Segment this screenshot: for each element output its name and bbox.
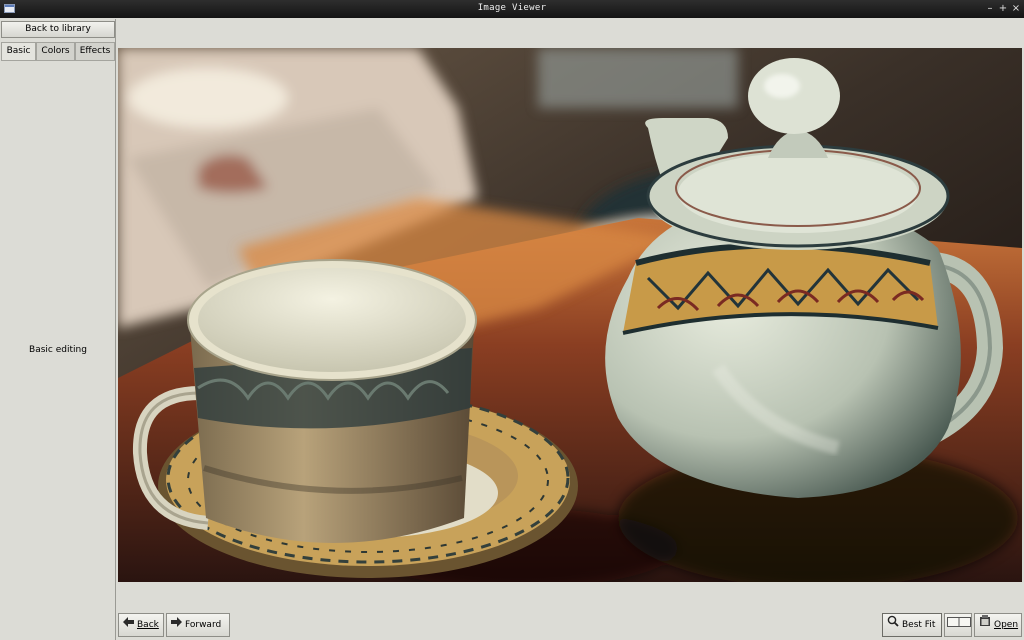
back-to-library-button[interactable]: Back to library — [1, 21, 115, 38]
close-button[interactable]: × — [1010, 2, 1022, 16]
tab-effects[interactable]: Effects — [75, 42, 115, 60]
edit-tabs: Basic Colors Effects — [1, 42, 115, 60]
tab-basic[interactable]: Basic — [1, 42, 36, 60]
panel-caption: Basic editing — [29, 345, 87, 355]
maximize-button[interactable]: + — [997, 2, 1009, 16]
image-canvas[interactable] — [118, 48, 1022, 582]
back-button[interactable]: Back — [118, 613, 164, 637]
title-bar: Image Viewer – + × — [0, 0, 1024, 18]
compare-view-button[interactable] — [944, 613, 972, 637]
open-button[interactable]: Open — [974, 613, 1022, 637]
best-fit-label: Best Fit — [902, 620, 936, 630]
photo-teapot-and-cup — [118, 48, 1022, 582]
forward-button[interactable]: Forward — [166, 613, 230, 637]
split-view-icon — [947, 614, 971, 636]
open-icon — [979, 614, 991, 636]
window-title: Image Viewer — [477, 3, 547, 13]
arrow-right-icon — [171, 614, 182, 636]
edit-sidebar: Back to library Basic Colors Effects Bas… — [0, 19, 116, 640]
back-label: Back — [137, 620, 159, 630]
forward-label: Forward — [185, 620, 222, 630]
best-fit-button[interactable]: Best Fit — [882, 613, 942, 637]
minimize-button[interactable]: – — [984, 2, 996, 16]
basic-editing-panel: Basic editing — [1, 60, 115, 638]
magnifier-icon — [887, 614, 899, 636]
arrow-left-icon — [123, 614, 134, 636]
open-label: Open — [994, 620, 1019, 630]
tab-colors[interactable]: Colors — [36, 42, 75, 60]
